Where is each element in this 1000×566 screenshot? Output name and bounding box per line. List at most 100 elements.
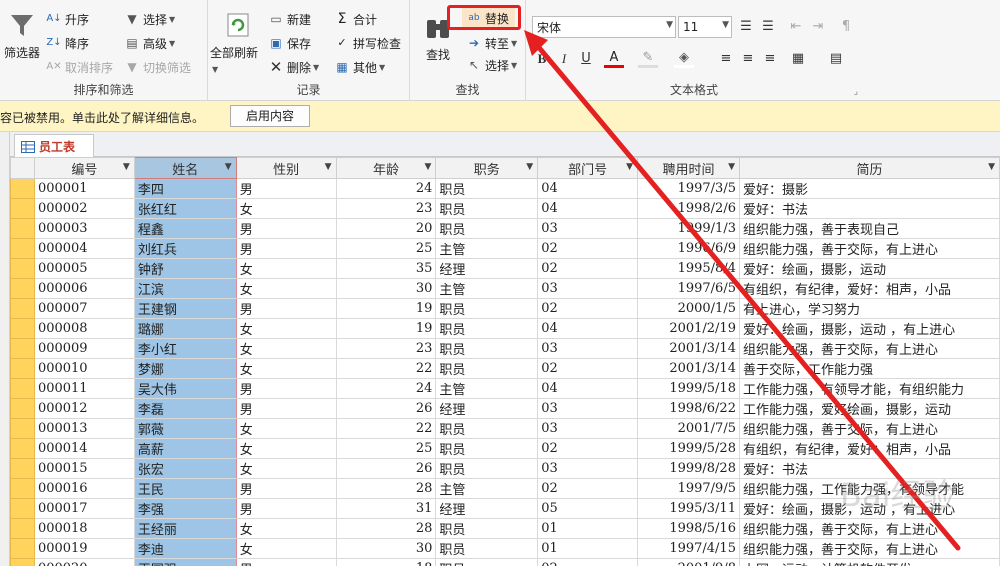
table-cell[interactable]: 24 [335, 178, 437, 199]
table-row[interactable]: 000001 李四男 24 职员 04 1997/3/5 爱好：摄影 [10, 178, 1000, 199]
table-cell[interactable]: 主管 [435, 478, 539, 499]
table-cell[interactable]: 王建钢 [133, 298, 237, 319]
table-cell[interactable]: 郭薇 [133, 418, 237, 439]
align-left-icon[interactable]: ≡ [716, 49, 736, 69]
table-cell[interactable]: 李小红 [133, 338, 237, 359]
record-selector[interactable] [10, 338, 35, 359]
table-row[interactable]: 000014 高薪女 25 职员 02 1999/5/28 有组织，有纪律，爱好：相声，小品 [10, 438, 1000, 459]
record-selector[interactable] [10, 438, 35, 459]
table-cell[interactable]: 26 [335, 458, 437, 479]
select-all-corner[interactable] [10, 157, 35, 179]
table-cell[interactable]: 02 [537, 298, 639, 319]
table-cell[interactable]: 000019 [33, 538, 135, 559]
table-cell[interactable]: 02 [537, 558, 639, 566]
table-cell[interactable]: 2000/1/5 [637, 298, 740, 319]
table-cell[interactable]: 1997/9/5 [637, 478, 740, 499]
table-cell[interactable]: 刘红兵 [133, 238, 237, 259]
table-cell[interactable]: 男 [235, 298, 337, 319]
table-row[interactable]: 000009 李小红女 23 职员 03 2001/3/14 组织能力强，善于交际，有上进心 [10, 338, 1000, 359]
table-cell[interactable]: 职员 [435, 438, 539, 459]
column-header[interactable]: 编号 ▼ [33, 157, 135, 179]
column-header[interactable]: 聘用时间 ▼ [637, 157, 740, 179]
column-header[interactable]: 部门号 ▼ [537, 157, 639, 179]
table-cell[interactable]: 王经丽 [133, 518, 237, 539]
table-cell[interactable]: 有组织，有纪律，爱好：相声，小品 [738, 438, 1000, 459]
align-center-icon[interactable]: ≡ [738, 49, 758, 69]
table-cell[interactable]: 李强 [133, 498, 237, 519]
table-cell[interactable]: 000005 [33, 258, 135, 279]
table-cell[interactable]: 女 [235, 278, 337, 299]
table-cell[interactable]: 000008 [33, 318, 135, 339]
table-cell[interactable]: 职员 [435, 518, 539, 539]
table-cell[interactable]: 02 [537, 238, 639, 259]
table-cell[interactable]: 男 [235, 378, 337, 399]
table-cell[interactable]: 000014 [33, 438, 135, 459]
save-button[interactable]: ▣ 保存 [268, 33, 311, 53]
table-cell[interactable]: 男 [235, 558, 337, 566]
table-cell[interactable]: 组织能力强，善于交际，有上进心 [738, 338, 1000, 359]
table-cell[interactable]: 25 [335, 238, 437, 259]
table-cell[interactable]: 李迪 [133, 538, 237, 559]
table-cell[interactable]: 02 [537, 258, 639, 279]
table-cell[interactable]: 30 [335, 278, 437, 299]
table-cell[interactable]: 组织能力强，善于交际，有上进心 [738, 238, 1000, 259]
table-cell[interactable]: 03 [537, 278, 639, 299]
table-cell[interactable]: 23 [335, 338, 437, 359]
table-cell[interactable]: 女 [235, 438, 337, 459]
table-cell[interactable]: 000011 [33, 378, 135, 399]
sort-descending-button[interactable]: Z↓ 降序 [46, 33, 89, 53]
spelling-button[interactable]: ✓ 拼写检查 [334, 33, 401, 53]
table-cell[interactable]: 李四 [133, 178, 237, 199]
table-cell[interactable]: 1998/2/6 [637, 198, 740, 219]
table-cell[interactable]: 主管 [435, 378, 539, 399]
table-row[interactable]: 000008 璐娜女 19 职员 04 2001/2/19 爱好：绘画，摄影，运动 ，有上进… [10, 318, 1000, 339]
table-cell[interactable]: 28 [335, 518, 437, 539]
gridlines-icon[interactable]: ▦ [788, 49, 808, 69]
table-cell[interactable]: 职员 [435, 558, 539, 566]
text-direction-icon[interactable]: ¶ [836, 17, 856, 37]
table-cell[interactable]: 钟舒 [133, 258, 237, 279]
table-cell[interactable]: 000001 [33, 178, 135, 199]
table-cell[interactable]: 2001/3/14 [637, 338, 740, 359]
record-selector[interactable] [10, 558, 35, 566]
table-cell[interactable]: 03 [537, 398, 639, 419]
table-cell[interactable]: 男 [235, 178, 337, 199]
table-cell[interactable]: 02 [537, 358, 639, 379]
table-cell[interactable]: 26 [335, 398, 437, 419]
table-cell[interactable]: 1997/4/15 [637, 538, 740, 559]
table-cell[interactable]: 组织能力强，善于表现自己 [738, 218, 1000, 239]
chevron-down-icon[interactable]: ▼ [988, 162, 995, 172]
advanced-filter-button[interactable]: ▤ 高级 ▼ [124, 33, 175, 53]
table-cell[interactable]: 28 [335, 478, 437, 499]
highlight-color-icon[interactable]: ✎ [638, 48, 658, 68]
table-cell[interactable]: 职员 [435, 178, 539, 199]
table-cell[interactable]: 35 [335, 258, 437, 279]
sort-ascending-button[interactable]: A↓ 升序 [46, 9, 89, 29]
table-cell[interactable]: 女 [235, 258, 337, 279]
table-row[interactable]: 000006 江滨女 30 主管 03 1997/6/5 有组织，有纪律，爱好：相声，小品 [10, 278, 1000, 299]
table-cell[interactable]: 男 [235, 398, 337, 419]
table-row[interactable]: 000005 钟舒女 35 经理 02 1995/8/4 爱好：绘画，摄影，运动 [10, 258, 1000, 279]
table-cell[interactable]: 爱好：书法 [738, 198, 1000, 219]
table-cell[interactable]: 000012 [33, 398, 135, 419]
alternate-row-color-icon[interactable]: ▤ [826, 49, 846, 69]
dialog-launcher-icon[interactable]: ⌟ [854, 87, 858, 97]
table-cell[interactable]: 22 [335, 358, 437, 379]
table-cell[interactable]: 000017 [33, 498, 135, 519]
table-cell[interactable]: 03 [537, 418, 639, 439]
table-cell[interactable]: 女 [235, 458, 337, 479]
table-cell[interactable]: 职员 [435, 318, 539, 339]
select-button[interactable]: ↖ 选择 ▼ [466, 55, 517, 75]
table-cell[interactable]: 04 [537, 198, 639, 219]
record-selector[interactable] [10, 378, 35, 399]
table-cell[interactable]: 高薪 [133, 438, 237, 459]
table-cell[interactable]: 1997/3/5 [637, 178, 740, 199]
table-cell[interactable]: 20 [335, 218, 437, 239]
table-cell[interactable]: 女 [235, 338, 337, 359]
record-selector[interactable] [10, 238, 35, 259]
table-row[interactable]: 000007 王建钢男 19 职员 02 2000/1/5 有上进心，学习努力 [10, 298, 1000, 319]
table-cell[interactable]: 男 [235, 238, 337, 259]
table-cell[interactable]: 04 [537, 318, 639, 339]
table-cell[interactable]: 经理 [435, 398, 539, 419]
table-cell[interactable]: 职员 [435, 358, 539, 379]
